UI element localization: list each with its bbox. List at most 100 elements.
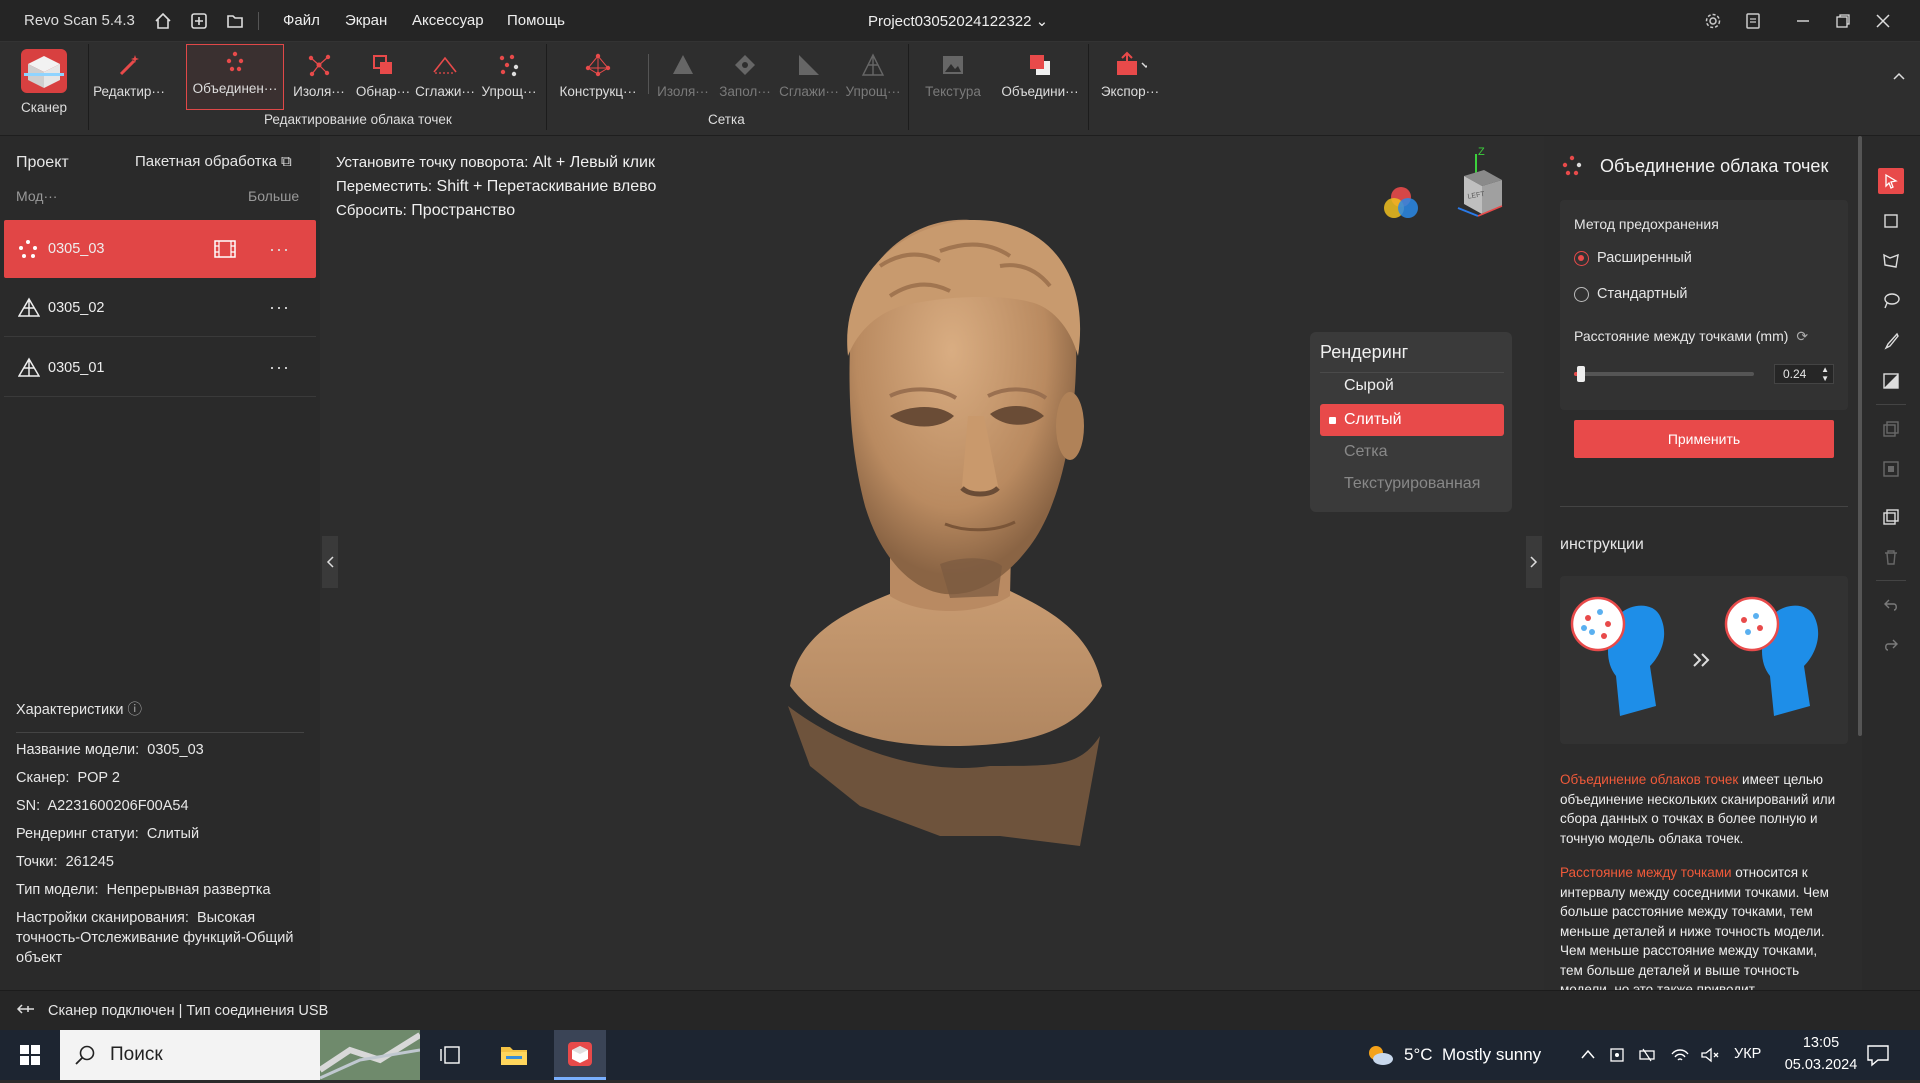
clock-date[interactable]: 05.03.2024 bbox=[1776, 1057, 1866, 1073]
3d-viewport[interactable]: Установите точку поворота: Alt + Левый к… bbox=[320, 136, 1544, 990]
scanner-button[interactable]: Сканер bbox=[10, 46, 78, 115]
clock-time[interactable]: 13:05 bbox=[1776, 1035, 1866, 1051]
device-icon[interactable] bbox=[1608, 1046, 1626, 1067]
edit-pointcloud-button[interactable]: Редактир··· bbox=[93, 48, 165, 110]
taskbar-search-box[interactable]: Поиск bbox=[60, 1030, 320, 1080]
mesh-simplify-button[interactable]: Упрощ··· bbox=[840, 48, 906, 110]
info-icon[interactable]: ⓘ bbox=[128, 702, 143, 718]
texture-button[interactable]: Текстура bbox=[920, 48, 986, 110]
invert-selection-icon[interactable] bbox=[1878, 368, 1904, 394]
fill-holes-button[interactable]: Запол··· bbox=[712, 48, 778, 110]
close-icon[interactable] bbox=[1872, 10, 1894, 32]
wifi-icon[interactable] bbox=[1670, 1046, 1690, 1067]
project-item-0305-01[interactable]: 0305_01 ··· bbox=[4, 339, 316, 397]
color-mode-icon[interactable] bbox=[1382, 184, 1420, 225]
volume-muted-icon[interactable] bbox=[1700, 1046, 1720, 1067]
properties-panel: Объединение облака точек Метод предохран… bbox=[1544, 136, 1862, 990]
info-value: 0305_03 bbox=[147, 742, 204, 758]
method-card: Метод предохранения Расширенный Стандарт… bbox=[1560, 200, 1848, 410]
menu-file[interactable]: Файл bbox=[283, 12, 320, 29]
view-cube-icon[interactable]: Z LEFT bbox=[1444, 144, 1514, 229]
option-extended[interactable]: Расширенный bbox=[1574, 250, 1692, 266]
polygon-select-icon[interactable] bbox=[1878, 248, 1904, 274]
z-axis-label: Z bbox=[1478, 146, 1485, 158]
characteristics-text: Характеристики bbox=[16, 702, 124, 718]
info-model-type: Тип модели: Непрерывная развертка bbox=[16, 880, 306, 900]
apply-button[interactable]: Применить bbox=[1574, 420, 1834, 458]
render-option-fused[interactable]: Слитый bbox=[1320, 404, 1504, 436]
minimize-icon[interactable] bbox=[1792, 10, 1814, 32]
notes-icon[interactable] bbox=[1742, 10, 1764, 32]
menu-help[interactable]: Помощь bbox=[507, 12, 565, 29]
collapse-ribbon-icon[interactable] bbox=[1892, 68, 1906, 84]
smooth-label: Сглажи··· bbox=[415, 84, 475, 99]
copy-disabled-icon[interactable] bbox=[1878, 416, 1904, 442]
detect-button[interactable]: Обнар··· bbox=[350, 48, 416, 110]
home-icon[interactable] bbox=[152, 10, 174, 32]
open-folder-icon[interactable] bbox=[224, 10, 246, 32]
language-indicator[interactable]: УКР bbox=[1734, 1046, 1761, 1062]
crop-disabled-icon[interactable] bbox=[1878, 456, 1904, 482]
more-options-icon[interactable]: ··· bbox=[269, 239, 290, 260]
project-title[interactable]: Project03052024122322 ⌄ bbox=[868, 12, 1048, 30]
spinner-icon[interactable]: ▲ ▼ bbox=[1821, 365, 1829, 383]
slider-thumb[interactable] bbox=[1577, 366, 1586, 382]
search-highlight-image[interactable] bbox=[318, 1030, 422, 1080]
menu-screen[interactable]: Экран bbox=[345, 12, 387, 29]
collapse-right-icon[interactable] bbox=[1526, 536, 1542, 588]
construct-mesh-button[interactable]: Конструкц··· bbox=[554, 48, 642, 110]
reset-icon[interactable]: ⟳ bbox=[1796, 328, 1808, 344]
render-option-raw[interactable]: Сырой bbox=[1320, 370, 1504, 402]
duplicate-icon[interactable] bbox=[1878, 504, 1904, 530]
settings-icon[interactable] bbox=[1702, 10, 1724, 32]
select-tool-icon[interactable] bbox=[1878, 168, 1904, 194]
model-column-header: Мод··· bbox=[16, 188, 58, 204]
distance-input[interactable]: 0.24 ▲ ▼ bbox=[1774, 364, 1834, 384]
menu-accessory[interactable]: Аксессуар bbox=[412, 12, 484, 29]
distance-slider[interactable] bbox=[1574, 366, 1754, 382]
new-project-icon[interactable] bbox=[188, 10, 210, 32]
smooth-button[interactable]: Сглажи··· bbox=[412, 48, 478, 110]
mesh-smooth-button[interactable]: Сглажи··· bbox=[776, 48, 842, 110]
isolate-button[interactable]: Изоля··· bbox=[286, 48, 352, 110]
description-highlight: Расстояние между точками bbox=[1560, 865, 1732, 880]
delete-icon[interactable] bbox=[1878, 544, 1904, 570]
restore-icon[interactable] bbox=[1832, 10, 1854, 32]
simplify-button[interactable]: Упрощ··· bbox=[476, 48, 542, 110]
task-view-icon[interactable] bbox=[430, 1030, 470, 1080]
weather-icon[interactable] bbox=[1366, 1044, 1394, 1069]
lasso-icon[interactable] bbox=[1878, 288, 1904, 314]
brush-icon[interactable] bbox=[1878, 328, 1904, 354]
notifications-icon[interactable] bbox=[1866, 1043, 1890, 1070]
undo-icon[interactable] bbox=[1878, 592, 1904, 618]
render-option-mesh[interactable]: Сетка bbox=[1320, 436, 1504, 468]
mesh-isolate-button[interactable]: Изоля··· bbox=[650, 48, 716, 110]
radio-extended[interactable] bbox=[1574, 250, 1589, 266]
ribbon-toolbar: Сканер Редактир··· Объединен··· Изоля···… bbox=[0, 42, 1920, 136]
windows-start-icon[interactable] bbox=[0, 1030, 60, 1080]
redo-icon[interactable] bbox=[1878, 632, 1904, 658]
more-options-icon[interactable]: ··· bbox=[269, 297, 290, 318]
more-options-icon[interactable]: ··· bbox=[269, 357, 290, 378]
merge-models-button[interactable]: Объедини··· bbox=[998, 48, 1082, 110]
rect-select-icon[interactable] bbox=[1878, 208, 1904, 234]
revo-scan-taskbar-icon[interactable] bbox=[554, 1030, 606, 1080]
project-item-0305-03[interactable]: 0305_03 ··· bbox=[4, 220, 316, 278]
film-icon[interactable] bbox=[214, 239, 236, 262]
scanned-bust-model[interactable] bbox=[740, 206, 1160, 849]
weather-text[interactable]: 5°C Mostly sunny bbox=[1404, 1045, 1541, 1065]
batch-processing-link[interactable]: Пакетная обработка ⧉ bbox=[135, 153, 292, 170]
texture-label: Текстура bbox=[925, 84, 981, 99]
option-standard[interactable]: Стандартный bbox=[1574, 286, 1687, 302]
chevron-up-icon[interactable] bbox=[1580, 1047, 1596, 1063]
radio-standard[interactable] bbox=[1574, 286, 1589, 302]
hint-value: Пространство bbox=[411, 202, 516, 219]
project-item-0305-02[interactable]: 0305_02 ··· bbox=[4, 279, 316, 337]
collapse-left-icon[interactable] bbox=[322, 536, 338, 588]
characteristics-label: Характеристики ⓘ bbox=[16, 698, 142, 719]
render-option-textured[interactable]: Текстурированная bbox=[1320, 468, 1504, 500]
export-button[interactable]: Экспор··· bbox=[1094, 48, 1166, 110]
file-explorer-icon[interactable] bbox=[492, 1030, 536, 1080]
battery-icon[interactable] bbox=[1638, 1046, 1658, 1067]
merge-pointcloud-button[interactable]: Объединен··· bbox=[186, 44, 284, 110]
